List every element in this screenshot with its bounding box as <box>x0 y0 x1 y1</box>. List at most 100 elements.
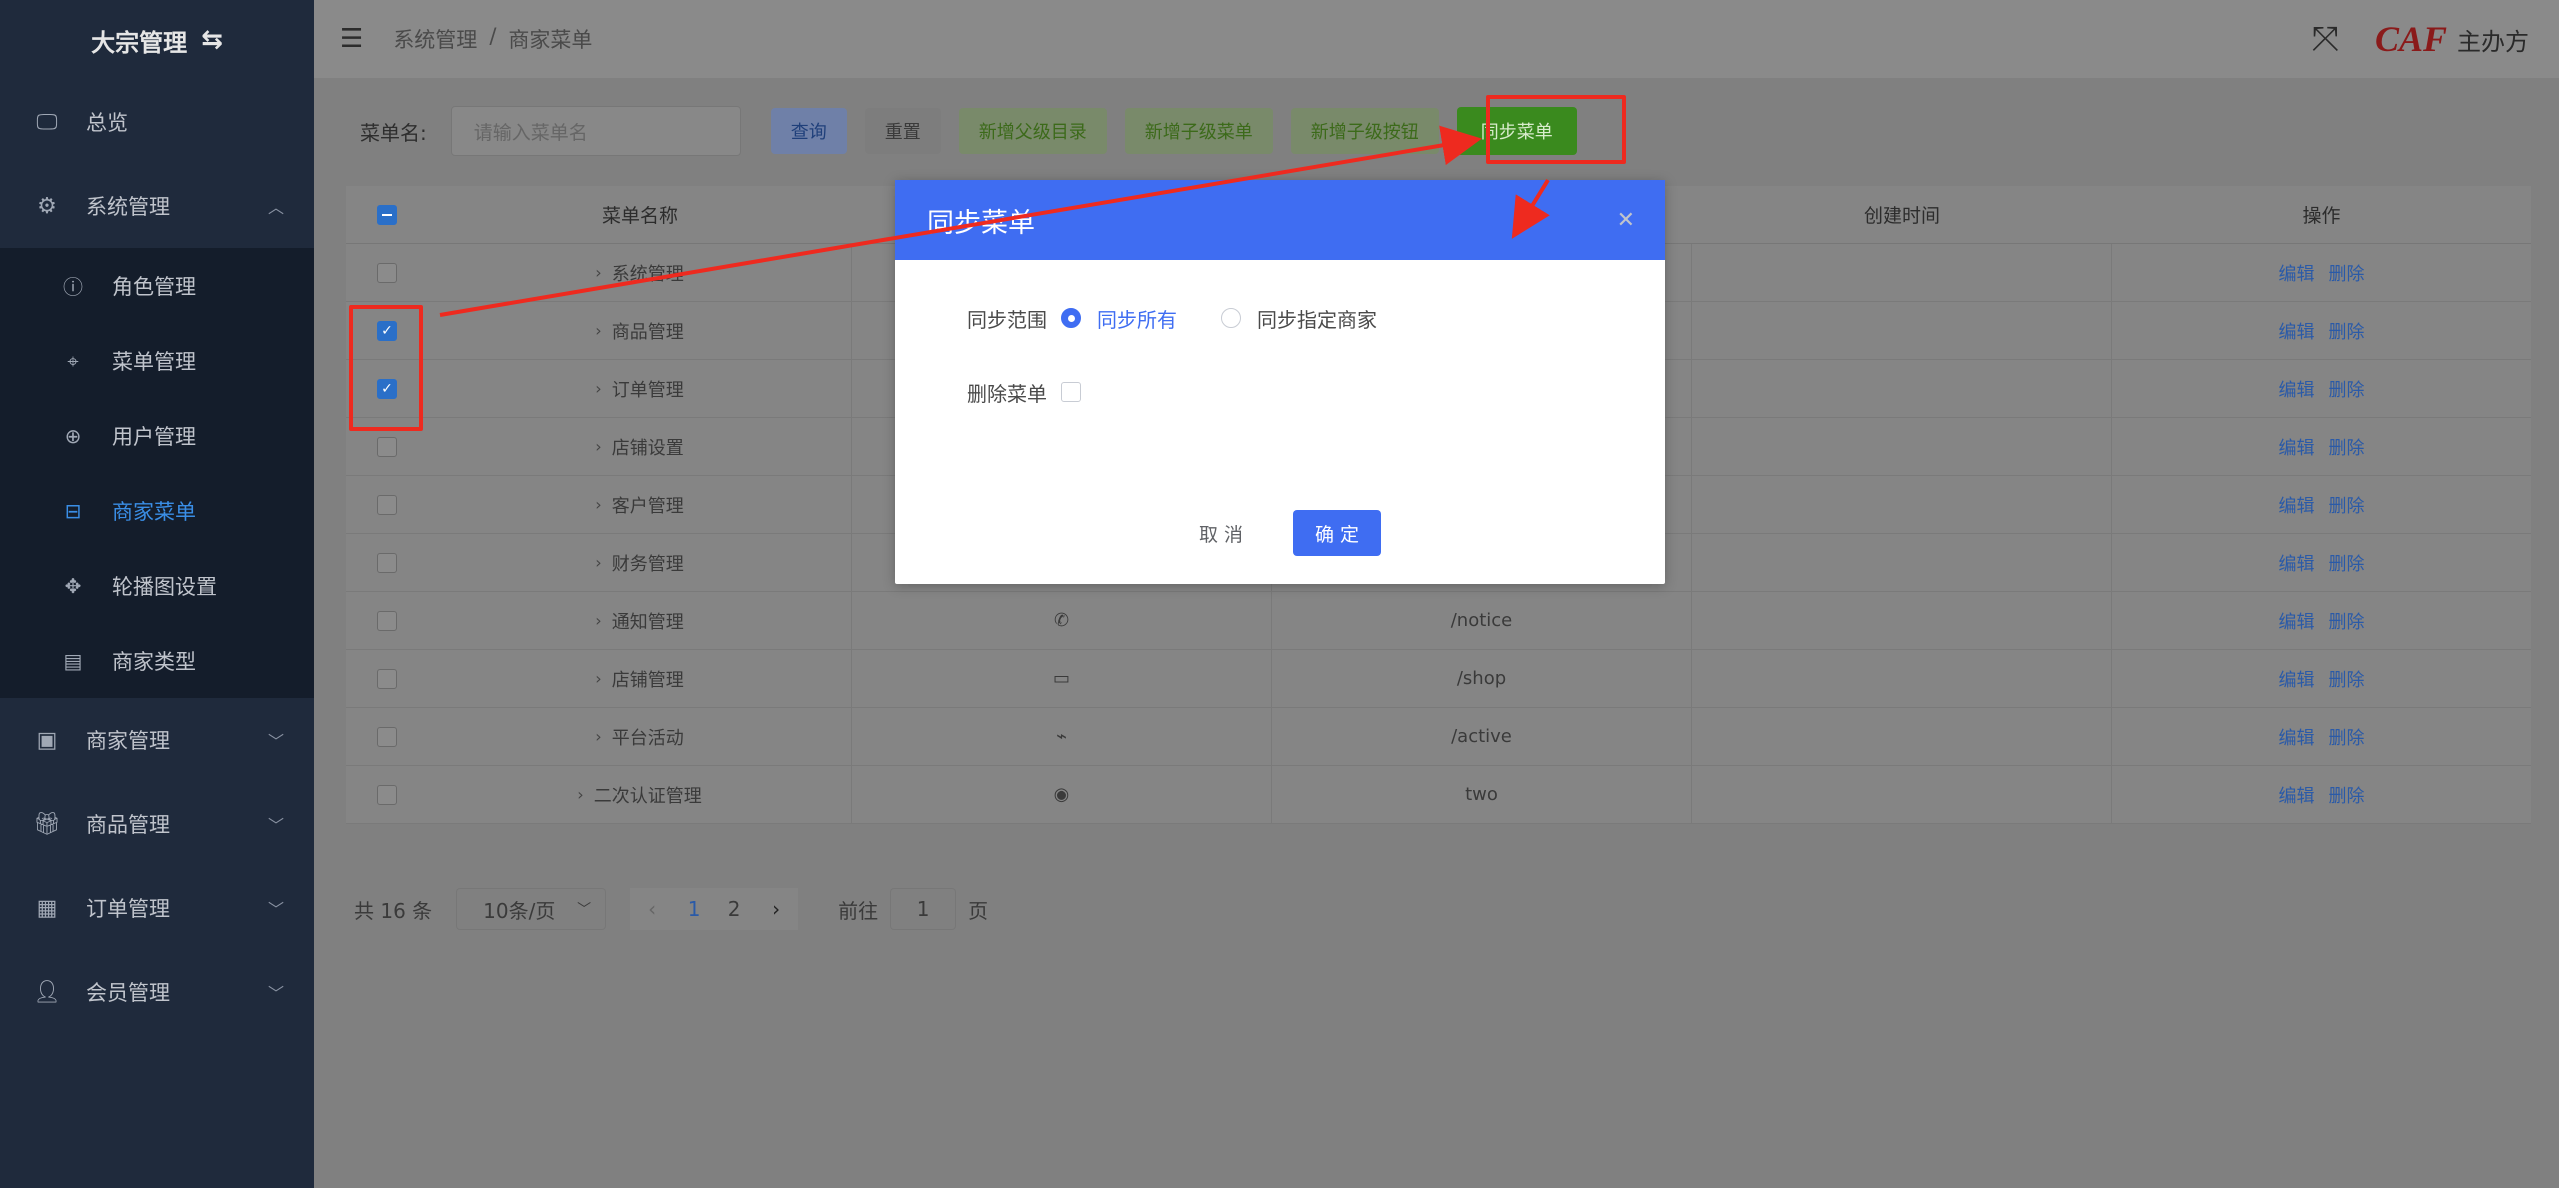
radio-sync-all[interactable]: 同步所有 <box>1061 304 1177 333</box>
expand-icon[interactable]: › <box>595 379 601 398</box>
chevron-down-icon: ﹀ <box>577 902 592 918</box>
sidebar-item-members[interactable]: 👤︎ 会员管理 ﹀ <box>0 950 314 1034</box>
sidebar-item-roles[interactable]: ⓘ 角色管理 <box>0 248 314 323</box>
edit-button[interactable]: 编辑 <box>2279 666 2315 692</box>
cell-name: › 平台活动 <box>428 708 852 765</box>
cell-op: 编辑 删除 <box>2112 418 2531 475</box>
delete-button[interactable]: 删除 <box>2329 550 2365 576</box>
expand-icon[interactable]: › <box>595 611 601 630</box>
cell-name: › 订单管理 <box>428 360 852 417</box>
edit-button[interactable]: 编辑 <box>2279 434 2315 460</box>
expand-icon[interactable]: › <box>577 785 583 804</box>
sidebar-item-menus[interactable]: ⌖ 菜单管理 <box>0 323 314 398</box>
dialog-footer: 取 消 确 定 <box>895 510 1665 556</box>
page-size-select[interactable]: 10条/页 ﹀ <box>456 888 607 930</box>
add-child-menu-button[interactable]: 新增子级菜单 <box>1124 108 1273 154</box>
sidebar-item-label: 角色管理 <box>112 274 196 299</box>
swap-icon[interactable]: ⇆ <box>201 25 223 55</box>
chevron-down-icon: ﹀ <box>267 900 284 919</box>
delete-button[interactable]: 删除 <box>2329 608 2365 634</box>
caf-logo: CAF <box>2374 19 2447 59</box>
delete-button[interactable]: 删除 <box>2329 434 2365 460</box>
cell-op: 编辑 删除 <box>2112 766 2531 823</box>
edit-button[interactable]: 编辑 <box>2279 724 2315 750</box>
expand-icon[interactable]: › <box>595 321 601 340</box>
delete-button[interactable]: 删除 <box>2329 782 2365 808</box>
goto-suffix: 页 <box>968 898 989 923</box>
sidebar-item-merchants[interactable]: ▣ 商家管理 ﹀ <box>0 698 314 782</box>
sidebar-item-orders[interactable]: ▦ 订单管理 ﹀ <box>0 866 314 950</box>
row-checkbox[interactable] <box>377 610 397 631</box>
menu-toggle-icon[interactable]: ☰ <box>340 24 363 54</box>
row-checkbox[interactable] <box>377 262 397 283</box>
expand-icon[interactable]: › <box>595 495 601 514</box>
row-checkbox[interactable] <box>377 552 397 573</box>
sidebar-item-label: 商家类型 <box>112 649 196 674</box>
sidebar-item-users[interactable]: ⊕ 用户管理 <box>0 398 314 473</box>
next-page-button[interactable]: › <box>754 888 799 930</box>
expand-icon[interactable]: › <box>595 553 601 572</box>
query-button[interactable]: 查询 <box>770 108 847 154</box>
cell-name: › 店铺管理 <box>428 650 852 707</box>
reset-button[interactable]: 重置 <box>864 108 941 154</box>
edit-button[interactable]: 编辑 <box>2279 608 2315 634</box>
cell-op: 编辑 删除 <box>2112 360 2531 417</box>
edit-button[interactable]: 编辑 <box>2279 492 2315 518</box>
page-2[interactable]: 2 <box>714 888 755 930</box>
sidebar-item-merchant-menu[interactable]: ⊟ 商家菜单 <box>0 473 314 548</box>
radio-sync-specific[interactable]: 同步指定商家 <box>1221 304 1377 333</box>
add-parent-button[interactable]: 新增父级目录 <box>958 108 1107 154</box>
dialog-header: 同步菜单 ✕ <box>895 180 1665 260</box>
sidebar-item-products[interactable]: 🎁︎ 商品管理 ﹀ <box>0 782 314 866</box>
sidebar-item-label: 用户管理 <box>112 424 196 449</box>
delete-button[interactable]: 删除 <box>2329 492 2365 518</box>
row-checkbox[interactable] <box>377 668 397 689</box>
cancel-button[interactable]: 取 消 <box>1179 510 1263 556</box>
confirm-button[interactable]: 确 定 <box>1293 510 1382 556</box>
edit-button[interactable]: 编辑 <box>2279 376 2315 402</box>
delete-button[interactable]: 删除 <box>2329 318 2365 344</box>
sidebar-item-label: 商家管理 <box>86 729 170 753</box>
sidebar-item-merchant-type[interactable]: ▤ 商家类型 <box>0 623 314 698</box>
sidebar-item-overview[interactable]: 🖵 总览 <box>0 80 314 164</box>
row-checkbox[interactable] <box>377 436 397 457</box>
edit-button[interactable]: 编辑 <box>2279 260 2315 286</box>
brand-title: 大宗管理 <box>91 28 188 57</box>
prev-page-button[interactable]: ‹ <box>630 888 675 930</box>
select-all-checkbox[interactable] <box>377 204 397 225</box>
host-logo: CAF 主办方 <box>2375 18 2529 60</box>
row-checkbox[interactable] <box>377 494 397 515</box>
sidebar-item-label: 商家菜单 <box>112 499 196 524</box>
add-child-button-button[interactable]: 新增子级按钮 <box>1290 108 1439 154</box>
menu-name: 平台活动 <box>611 727 684 749</box>
expand-icon[interactable]: › <box>595 437 601 456</box>
expand-icon[interactable]: › <box>595 263 601 282</box>
fullscreen-icon[interactable]: ⤧ <box>2312 19 2339 59</box>
cell-name: › 商品管理 <box>428 302 852 359</box>
goto-input[interactable]: 1 <box>890 888 957 930</box>
edit-button[interactable]: 编辑 <box>2279 782 2315 808</box>
breadcrumb-item[interactable]: 系统管理 <box>393 24 477 54</box>
edit-button[interactable]: 编辑 <box>2279 318 2315 344</box>
annotation-checkbox-highlight <box>349 305 423 431</box>
page-1[interactable]: 1 <box>674 888 715 930</box>
delete-menu-checkbox[interactable] <box>1061 382 1081 402</box>
row-checkbox[interactable] <box>377 726 397 747</box>
cell-name: › 客户管理 <box>428 476 852 533</box>
expand-icon[interactable]: › <box>595 669 601 688</box>
sidebar-item-carousel[interactable]: ✥ 轮播图设置 <box>0 548 314 623</box>
cell-op: 编辑 删除 <box>2112 592 2531 649</box>
cell-created <box>1692 592 2112 649</box>
row-checkbox[interactable] <box>377 784 397 805</box>
close-icon[interactable]: ✕ <box>1617 208 1635 233</box>
shop-icon: ▣ <box>36 727 58 753</box>
expand-icon[interactable]: › <box>595 727 601 746</box>
delete-button[interactable]: 删除 <box>2329 376 2365 402</box>
delete-button[interactable]: 删除 <box>2329 260 2365 286</box>
search-input[interactable]: 请输入菜单名 <box>450 106 741 156</box>
delete-button[interactable]: 删除 <box>2329 724 2365 750</box>
delete-button[interactable]: 删除 <box>2329 666 2365 692</box>
sidebar-item-label: 订单管理 <box>86 897 170 921</box>
sidebar-item-system[interactable]: ⚙ 系统管理 ︿ <box>0 164 314 248</box>
edit-button[interactable]: 编辑 <box>2279 550 2315 576</box>
